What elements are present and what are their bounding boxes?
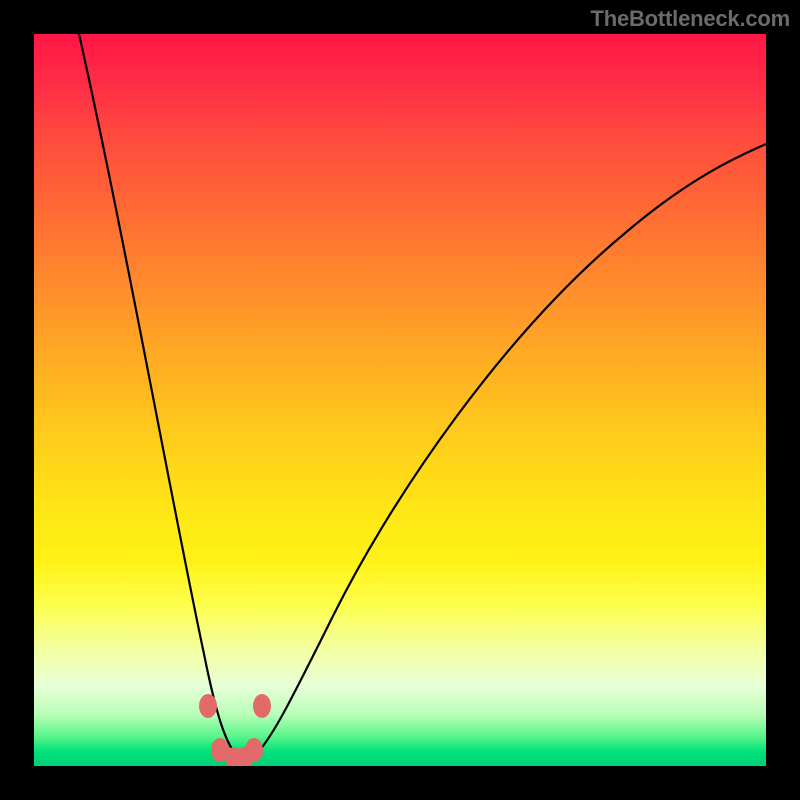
curve-right-branch	[252, 144, 766, 758]
marker-group	[199, 694, 271, 766]
curve-left-branch	[79, 34, 239, 758]
chart-frame: TheBottleneck.com	[0, 0, 800, 800]
marker-dot	[253, 694, 271, 718]
chart-svg	[34, 34, 766, 766]
marker-dot	[245, 738, 263, 762]
plot-area	[34, 34, 766, 766]
marker-dot	[199, 694, 217, 718]
watermark-text: TheBottleneck.com	[590, 6, 790, 32]
